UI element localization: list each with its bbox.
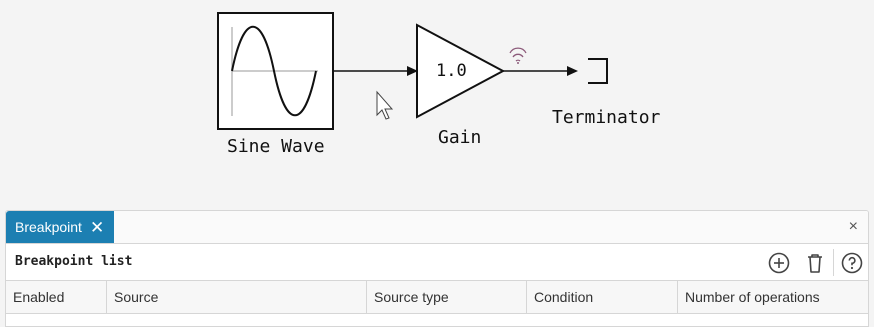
breakpoint-toolbar: Breakpoint list xyxy=(6,244,868,281)
tab-breakpoint[interactable]: Breakpoint ✕ xyxy=(6,211,114,243)
mouse-cursor-icon xyxy=(376,90,394,120)
gain-value: 1.0 xyxy=(436,61,467,81)
column-source-type[interactable]: Source type xyxy=(367,281,527,313)
column-condition[interactable]: Condition xyxy=(527,281,678,313)
tab-close-icon[interactable]: ✕ xyxy=(90,219,104,236)
gain-label: Gain xyxy=(438,127,482,148)
signal-wifi-icon xyxy=(509,47,527,64)
breakpoint-panel: Breakpoint ✕ × Breakpoint list Enabled S… xyxy=(5,210,869,327)
column-enabled[interactable]: Enabled xyxy=(6,281,107,313)
terminator-label: Terminator xyxy=(552,107,661,128)
trash-icon[interactable] xyxy=(803,251,827,275)
add-icon[interactable] xyxy=(767,251,791,275)
block-diagram-canvas xyxy=(217,12,608,130)
breakpoint-list-title: Breakpoint list xyxy=(15,254,133,269)
column-source[interactable]: Source xyxy=(107,281,367,313)
breakpoint-table-header: Enabled Source Source type Condition Num… xyxy=(6,281,868,314)
sine-wave-label: Sine Wave xyxy=(227,136,325,157)
panel-tab-bar: Breakpoint ✕ × xyxy=(6,211,868,244)
tab-label: Breakpoint xyxy=(15,219,82,235)
toolbar-separator xyxy=(833,249,834,276)
help-icon[interactable] xyxy=(840,251,864,275)
sine-wave-block[interactable] xyxy=(217,12,334,130)
signal-line-gain-terminator[interactable] xyxy=(503,66,578,76)
column-number-of-operations[interactable]: Number of operations xyxy=(678,281,868,313)
panel-close-icon[interactable]: × xyxy=(849,218,858,236)
signal-line-sine-gain[interactable] xyxy=(333,66,418,76)
terminator-block[interactable] xyxy=(588,58,608,84)
